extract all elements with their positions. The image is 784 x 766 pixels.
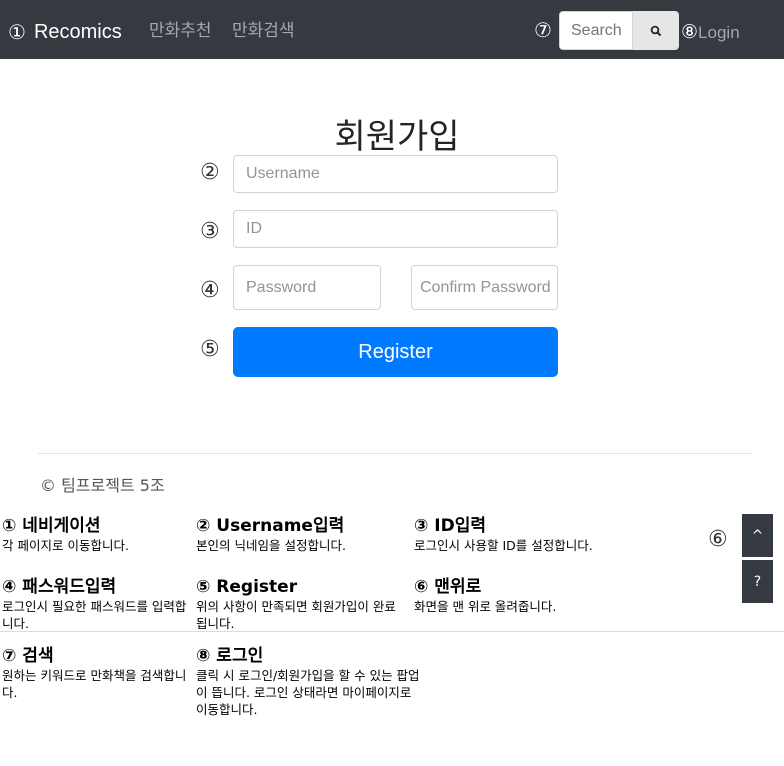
- brand-link[interactable]: ① Recomics: [8, 17, 122, 47]
- legend-desc: 위의 사항이 만족되면 회원가입이 완료됩니다.: [196, 599, 396, 631]
- register-button[interactable]: Register: [233, 327, 558, 377]
- annotation-number-3: ③: [200, 219, 220, 244]
- legend-title: ⑤ Register: [196, 577, 298, 597]
- help-button[interactable]: ?: [742, 560, 773, 603]
- legend-desc: 클릭 시 로그인/회원가입을 할 수 있는 팝업이 뜹니다. 로그인 상태라면 …: [196, 668, 420, 717]
- annotation-number-8: ⑧: [681, 21, 699, 43]
- legend-title: ⑧ 로그인: [196, 646, 264, 666]
- nav-link-recommend[interactable]: 만화추천: [149, 18, 212, 44]
- legend-item-password: ④ 패스워드입력 로그인시 필요한 패스워드를 입력합니다.: [2, 576, 192, 632]
- nav-link-search[interactable]: 만화검색: [232, 18, 295, 44]
- navbar: ① Recomics 만화추천 만화검색 ⑦ ⑧Login: [0, 0, 784, 59]
- annotation-number-1: ①: [8, 20, 26, 44]
- legend-item-search: ⑦ 검색 원하는 키워드로 만화책을 검색합니다.: [2, 645, 192, 701]
- annotation-number-5: ⑤: [200, 337, 220, 362]
- legend-item-register: ⑤ Register 위의 사항이 만족되면 회원가입이 완료됩니다.: [196, 576, 406, 632]
- legend-item-login: ⑧ 로그인 클릭 시 로그인/회원가입을 할 수 있는 팝업이 뜹니다. 로그인…: [196, 645, 426, 718]
- confirm-password-field[interactable]: Confirm Password: [411, 265, 558, 310]
- legend-desc: 로그인시 필요한 패스워드를 입력합니다.: [2, 599, 187, 631]
- search-icon: [650, 25, 662, 36]
- legend-item-navigation: ① 네비게이션 각 페이지로 이동합니다.: [2, 515, 192, 554]
- scroll-top-button[interactable]: ^: [742, 514, 773, 557]
- search-button[interactable]: [633, 11, 679, 50]
- annotation-number-4: ④: [200, 278, 220, 303]
- search-input[interactable]: [559, 11, 633, 50]
- legend-item-scroll-top: ⑥ 맨위로 화면을 맨 위로 올려줍니다.: [414, 576, 694, 615]
- annotation-number-6: ⑥: [708, 527, 728, 552]
- page-title: 회원가입: [334, 117, 460, 157]
- password-field[interactable]: Password: [233, 265, 381, 310]
- legend-desc: 원하는 키워드로 만화책을 검색합니다.: [2, 668, 187, 700]
- annotation-number-7: ⑦: [534, 18, 552, 42]
- login-link[interactable]: ⑧Login: [681, 19, 740, 46]
- legend-title: ⑥ 맨위로: [414, 577, 482, 597]
- id-field[interactable]: ID: [233, 210, 558, 248]
- brand-label: Recomics: [33, 20, 122, 43]
- legend-title: ⑦ 검색: [2, 646, 54, 666]
- login-label: Login: [698, 23, 740, 42]
- footer-divider: [38, 453, 752, 454]
- legend-desc: 각 페이지로 이동합니다.: [2, 538, 129, 553]
- legend-title: ① 네비게이션: [2, 516, 101, 536]
- copyright-text: © 팀프로젝트 5조: [40, 476, 165, 495]
- legend-item-username: ② Username입력 본인의 닉네임을 설정합니다.: [196, 515, 411, 554]
- annotation-number-2: ②: [200, 160, 220, 185]
- legend-desc: 본인의 닉네임을 설정합니다.: [196, 538, 346, 553]
- legend-desc: 로그인시 사용할 ID를 설정합니다.: [414, 538, 593, 553]
- legend-title: ④ 패스워드입력: [2, 577, 117, 597]
- legend-title: ③ ID입력: [414, 516, 487, 536]
- legend-item-id: ③ ID입력 로그인시 사용할 ID를 설정합니다.: [414, 515, 694, 554]
- legend-title: ② Username입력: [196, 516, 345, 536]
- username-field[interactable]: Username: [233, 155, 558, 193]
- legend-desc: 화면을 맨 위로 올려줍니다.: [414, 599, 557, 614]
